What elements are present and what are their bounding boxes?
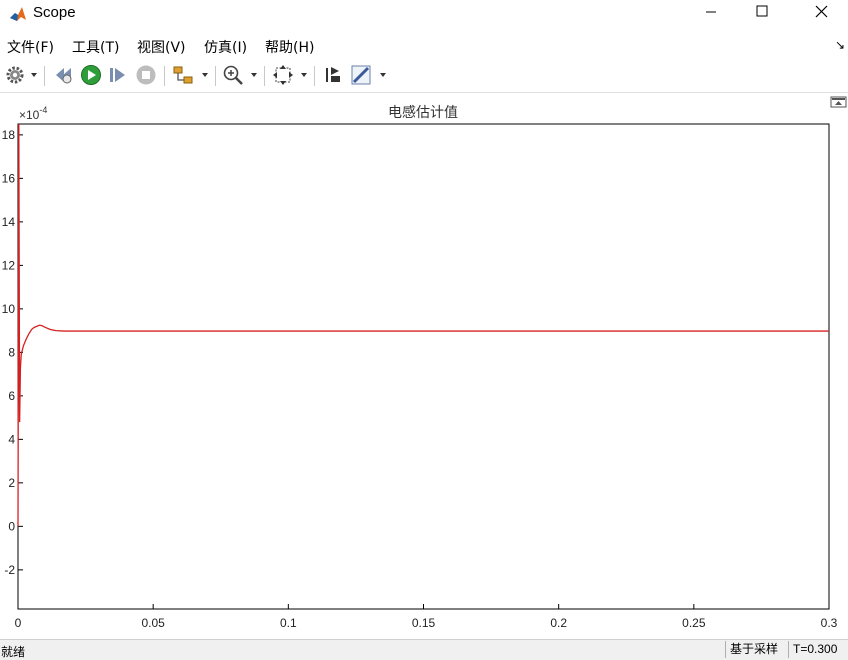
x-tick-label: 0.25: [682, 616, 706, 630]
y-exponent-label: ×10-4: [19, 105, 47, 122]
measurement-icon: [351, 65, 371, 85]
settings-button[interactable]: [4, 64, 26, 86]
toolbar-separator: [264, 66, 265, 86]
y-exponent-power: -4: [39, 105, 47, 115]
y-tick-label: 18: [2, 128, 16, 142]
menu-simulation[interactable]: 仿真(I): [204, 37, 247, 57]
y-tick-label: 2: [8, 476, 15, 490]
close-button[interactable]: [798, 0, 844, 28]
toolbar-separator: [314, 66, 315, 86]
status-sample-mode: 基于采样: [725, 641, 785, 658]
scope-chart: 0 0.05 0.1 0.15 0.2 0.25 0.3-2024681012141618 …: [2, 96, 847, 630]
measurement-dropdown-icon[interactable]: [379, 72, 387, 78]
undock-arrow-icon[interactable]: ↘: [835, 38, 845, 52]
toolbar-separator: [215, 66, 216, 86]
y-tick-label: -2: [4, 563, 15, 577]
run-button[interactable]: [80, 64, 102, 86]
x-tick-label: 0.1: [280, 616, 297, 630]
gear-icon: [6, 66, 24, 84]
close-icon: [815, 5, 828, 18]
y-tick-label: 0: [8, 519, 15, 533]
menu-file[interactable]: 文件(F): [7, 37, 54, 57]
y-tick-label: 6: [8, 389, 15, 403]
y-tick-label: 14: [2, 215, 16, 229]
window-title: Scope: [33, 4, 76, 21]
step-forward-button[interactable]: [107, 64, 129, 86]
menu-bar: 文件(F) 工具(T) 视图(V) 仿真(I) 帮助(H) ↘: [0, 34, 848, 58]
restore-axes-icon: [326, 67, 340, 82]
fit-to-view-button[interactable]: [272, 64, 294, 86]
stop-icon: [136, 65, 156, 85]
legend-toggle-button[interactable]: [830, 96, 847, 108]
x-tick-label: 0.15: [412, 616, 436, 630]
zoom-in-button[interactable]: [222, 64, 244, 86]
y-tick-label: 10: [2, 302, 16, 316]
menu-view[interactable]: 视图(V): [137, 37, 186, 57]
step-back-button[interactable]: [52, 64, 74, 86]
menu-tools[interactable]: 工具(T): [72, 37, 119, 57]
status-sim-time: T=0.300: [788, 641, 848, 658]
signal-selector-icon: [173, 66, 193, 84]
maximize-button[interactable]: [739, 0, 785, 28]
status-ready: 就绪: [1, 645, 26, 659]
title-bar: Scope: [0, 0, 848, 28]
step-forward-icon: [110, 68, 125, 82]
y-tick-label: 12: [2, 258, 16, 272]
x-tick-label: 0.3: [821, 616, 838, 630]
fit-to-view-icon: [273, 65, 293, 85]
toolbar-separator: [164, 66, 165, 86]
matlab-logo-icon: [10, 7, 26, 21]
measurement-button[interactable]: [350, 64, 372, 86]
scope-plot-area: 0 0.05 0.1 0.15 0.2 0.25 0.3 -2 0 2 4 6 8 10 12 14 16 18 …: [0, 95, 848, 637]
signal-selector-button[interactable]: [172, 64, 194, 86]
minimize-icon: [706, 11, 716, 13]
toolbar-separator: [44, 66, 45, 86]
zoom-dropdown-icon[interactable]: [250, 72, 258, 78]
status-bar: 就绪 基于采样 T=0.300: [0, 639, 848, 660]
toolbar: [0, 60, 848, 93]
maximize-icon: [756, 5, 768, 17]
x-tick-label: 0.05: [141, 616, 165, 630]
x-tick-label: 0.2: [550, 616, 567, 630]
zoom-in-icon: [223, 65, 243, 85]
fit-dropdown-icon[interactable]: [300, 72, 308, 78]
plot-background: [18, 124, 829, 609]
settings-dropdown-icon[interactable]: [30, 72, 38, 78]
stop-button[interactable]: [135, 64, 157, 86]
y-tick-label: 8: [8, 345, 15, 359]
x-tick-label: 0: [15, 616, 22, 630]
y-tick-label: 4: [8, 432, 15, 446]
menu-help[interactable]: 帮助(H): [265, 37, 314, 57]
restore-axes-button[interactable]: [322, 64, 344, 86]
chart-title: 电感估计值: [388, 104, 458, 120]
y-exponent-base: ×10: [19, 108, 40, 122]
step-back-icon: [56, 68, 72, 84]
y-tick-label: 16: [2, 171, 16, 185]
run-icon: [81, 65, 101, 85]
minimize-button[interactable]: [688, 0, 734, 28]
signal-dropdown-icon[interactable]: [201, 72, 209, 78]
